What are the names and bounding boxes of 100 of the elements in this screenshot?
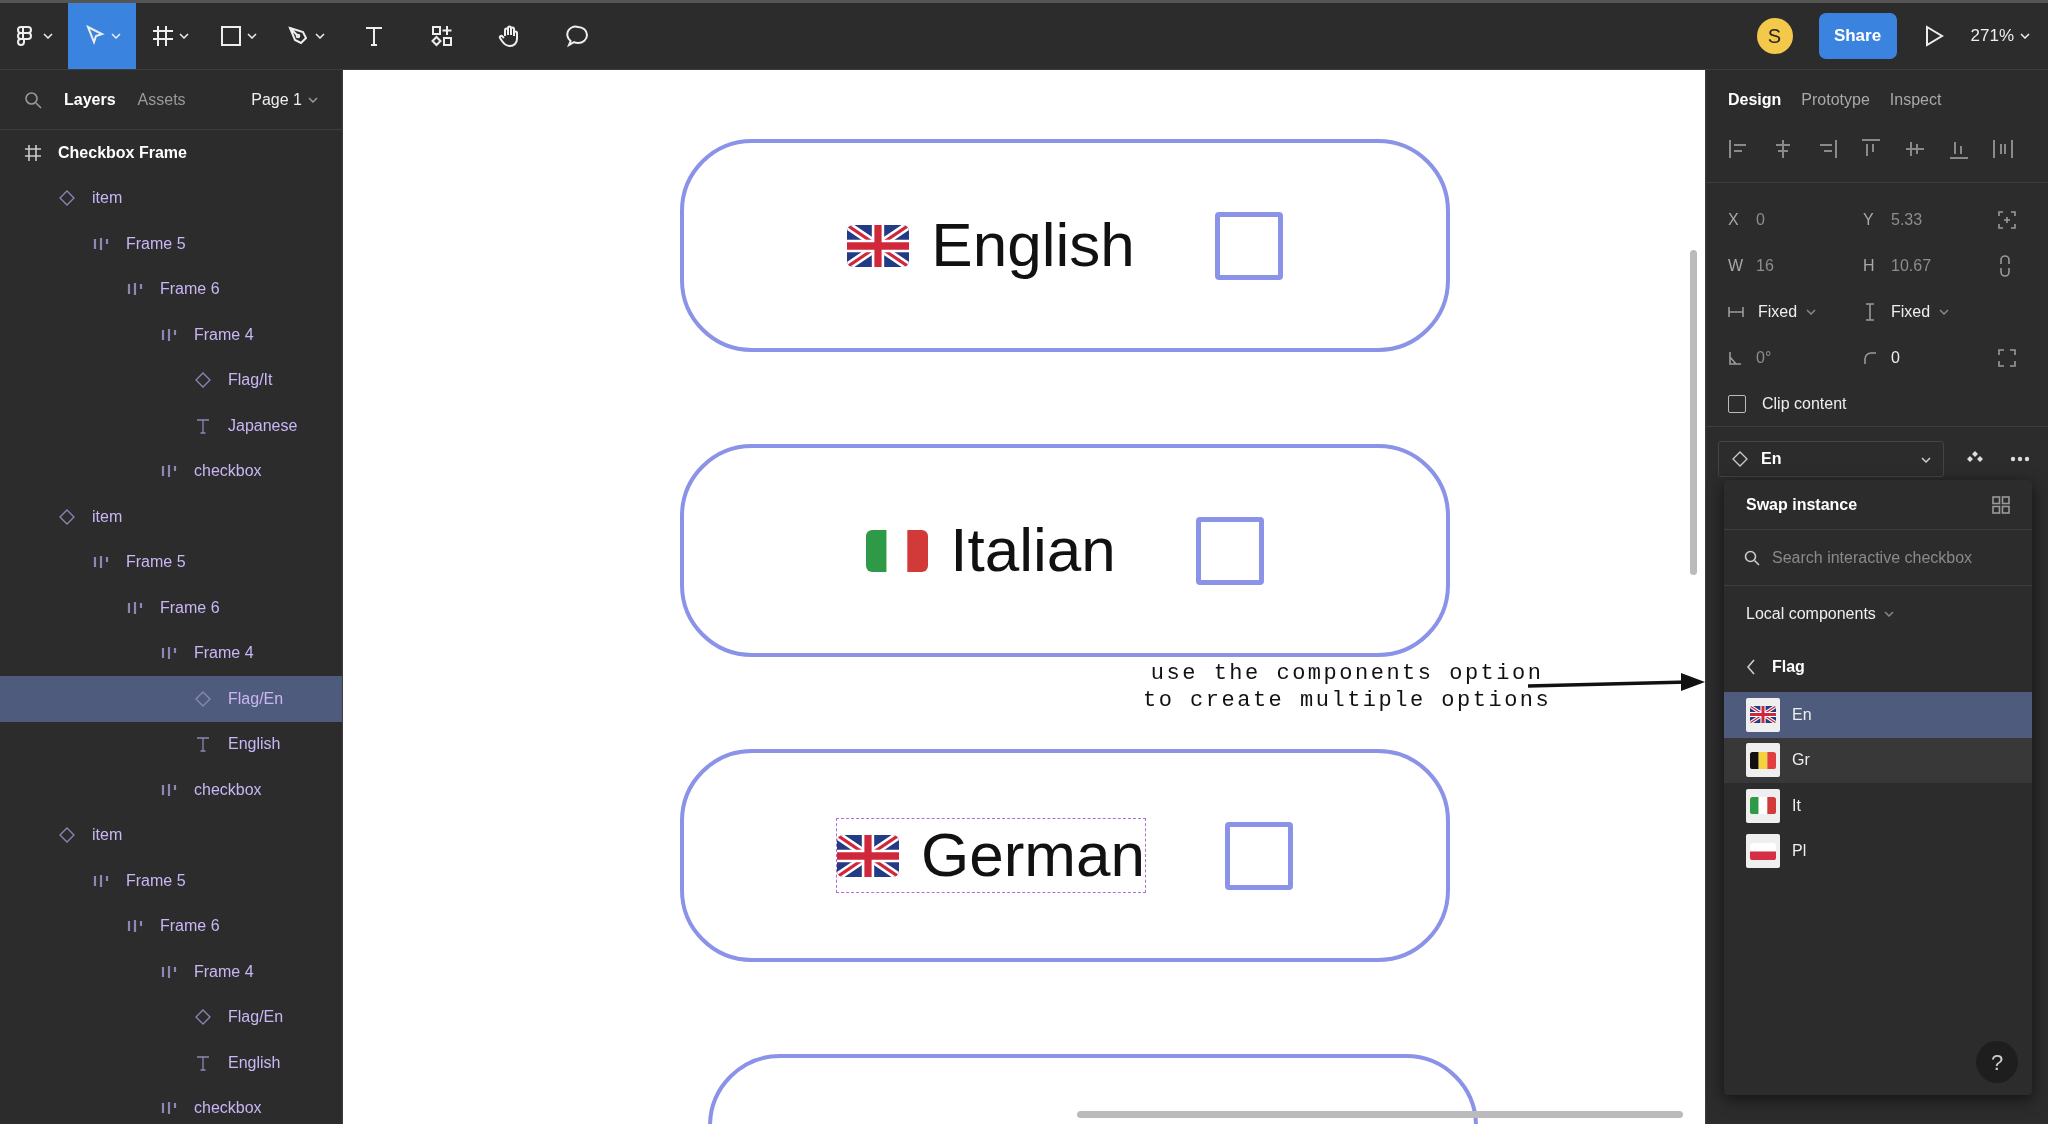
scrollbar[interactable] (1690, 250, 1697, 575)
checkbox[interactable] (1728, 394, 1746, 413)
rotation-value[interactable]: 0° (1756, 346, 1772, 370)
layer-row[interactable]: Frame 5 (0, 221, 342, 267)
layer-row[interactable]: Frame 6 (0, 585, 342, 631)
layer-row[interactable]: Checkbox Frame (0, 130, 342, 176)
layer-name: checkbox (194, 779, 262, 800)
layer-row[interactable]: item (0, 812, 342, 858)
layer-row[interactable]: checkbox (0, 448, 342, 494)
layer-row[interactable]: Frame 4 (0, 949, 342, 995)
zoom-menu[interactable]: 271% (1970, 23, 2030, 49)
option-label: Italian (950, 516, 1116, 585)
layer-row[interactable]: item (0, 175, 342, 221)
crosshair-icon[interactable] (1998, 211, 2016, 229)
layer-row[interactable]: Frame 4 (0, 312, 342, 358)
flag-icon (1750, 751, 1776, 769)
layer-name: Japanese (228, 415, 298, 436)
flag-icon (1750, 706, 1776, 724)
layer-name: item (92, 506, 123, 527)
component-item[interactable]: En (1724, 692, 2032, 738)
page-selector[interactable]: Page 1 (251, 87, 318, 112)
component-item[interactable]: Gr (1724, 737, 2032, 783)
layer-row[interactable]: English (0, 721, 342, 767)
library-dropdown[interactable]: Local components (1724, 586, 2032, 642)
align-icon[interactable] (1992, 138, 2014, 160)
checkbox[interactable] (1195, 516, 1264, 585)
field-value[interactable]: 0 (1756, 208, 1765, 232)
layer-row[interactable]: Japanese (0, 403, 342, 449)
layer-name: Flag/It (228, 370, 273, 391)
layer-name: Frame 5 (126, 870, 186, 891)
group-header[interactable]: Flag (1724, 642, 2032, 692)
diamond-icon (1731, 450, 1749, 468)
layer-row[interactable]: checkbox (0, 1085, 342, 1124)
grid-view-icon[interactable] (1992, 495, 2010, 514)
height-icon (1863, 303, 1877, 321)
scrollbar[interactable] (1077, 1111, 1683, 1118)
share-button[interactable]: Share (1818, 13, 1897, 59)
layer-row[interactable]: Frame 6 (0, 903, 342, 949)
more-icon[interactable] (2009, 456, 2030, 462)
diamond-icon (194, 1008, 212, 1027)
frame-icon (24, 143, 42, 162)
layer-name: item (92, 825, 123, 846)
chevron-down-icon (179, 33, 189, 39)
layer-name: Frame 5 (126, 233, 186, 254)
layer-name: Frame 6 (160, 597, 220, 618)
layer-row[interactable]: Flag/En (0, 676, 342, 722)
chevron-down-icon (111, 33, 121, 39)
field-label: X (1728, 210, 1740, 230)
layer-row[interactable]: Frame 5 (0, 539, 342, 585)
panel-tab[interactable]: Layers (64, 87, 116, 112)
layer-row[interactable]: Flag/En (0, 994, 342, 1040)
layer-row[interactable]: checkbox (0, 767, 342, 813)
component-item[interactable]: It (1724, 783, 2032, 829)
resizing-dropdown[interactable]: Fixed (1891, 300, 1949, 324)
search-icon (1744, 549, 1760, 566)
field-value[interactable]: 16 (1756, 254, 1774, 278)
help-button[interactable]: ? (1976, 1041, 2018, 1083)
layer-row[interactable]: Frame 4 (0, 630, 342, 676)
resizing-dropdown[interactable]: Fixed (1758, 300, 1816, 324)
panel-tab[interactable]: Prototype (1801, 88, 1870, 112)
diamond-icon (58, 826, 76, 845)
lock-ratio-icon[interactable] (1998, 255, 2012, 277)
width-icon (1728, 305, 1744, 319)
radius-value[interactable]: 0 (1891, 346, 1900, 370)
popup-title: Swap instance (1746, 494, 1858, 515)
corners-icon[interactable] (1998, 349, 2016, 367)
panel-tab[interactable]: Inspect (1889, 88, 1942, 112)
comment-icon (566, 24, 590, 48)
option-label: German (921, 821, 1145, 890)
layer-row[interactable]: Frame 5 (0, 858, 342, 904)
diamond-icon (58, 507, 76, 526)
layer-name: checkbox (194, 1098, 262, 1119)
layer-name: Flag/En (228, 1007, 284, 1028)
layer-name: Frame 4 (194, 324, 254, 345)
search-icon[interactable] (24, 90, 42, 109)
layer-row[interactable]: item (0, 494, 342, 540)
field-value[interactable]: 10.67 (1891, 254, 1932, 278)
chevron-down-icon (308, 96, 318, 103)
resources-icon (430, 24, 454, 48)
user-avatar[interactable]: S (1756, 18, 1793, 54)
field-value[interactable]: 5.33 (1891, 208, 1923, 232)
panel-tab[interactable]: Design (1728, 88, 1782, 112)
search-field[interactable]: Search interactive checkbox (1770, 544, 2010, 571)
flag-icon (847, 224, 910, 267)
diamond-icon (194, 371, 212, 390)
panel-tab[interactable]: Assets (137, 87, 186, 112)
layer-row[interactable]: Flag/It (0, 357, 342, 403)
text-icon (194, 416, 212, 435)
chevron-down-icon (2020, 33, 2030, 39)
layer-name: Frame 5 (126, 552, 186, 573)
layer-row[interactable]: Frame 6 (0, 266, 342, 312)
checkbox[interactable] (1214, 211, 1283, 280)
layer-name: Checkbox Frame (58, 142, 187, 163)
checkbox[interactable] (1225, 821, 1293, 890)
chevron-down-icon (315, 33, 325, 39)
component-item[interactable]: Pl (1724, 828, 2032, 874)
text-icon (194, 1053, 212, 1072)
layer-row[interactable]: English (0, 1040, 342, 1086)
text-icon (194, 735, 212, 754)
instance-selector[interactable]: En (1718, 441, 1944, 477)
